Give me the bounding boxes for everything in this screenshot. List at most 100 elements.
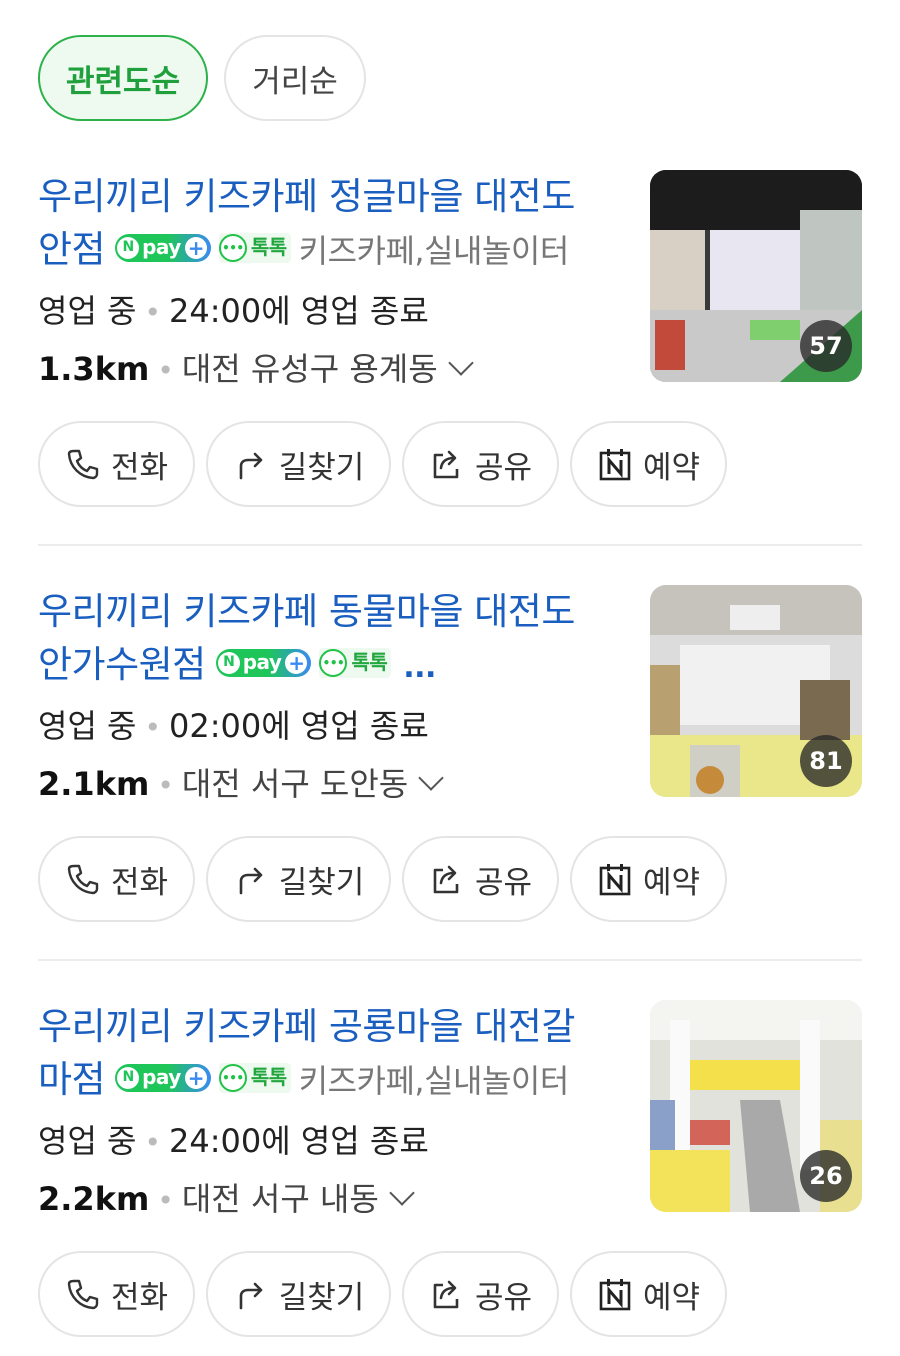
- directions-arrow-icon: [239, 867, 263, 895]
- npay-badge: Npay +: [215, 648, 312, 677]
- place-thumbnail[interactable]: 26: [650, 1000, 862, 1212]
- distance-address[interactable]: 1.3km • 대전 유성구 용계동: [38, 344, 474, 390]
- place-title[interactable]: 우리끼리 키즈카페 동물마을 대전도 안가수원점 Npay + ••• 톡톡...: [38, 585, 628, 691]
- action-bar: 전화 길찾기 공유 예약: [38, 836, 727, 922]
- directions-button[interactable]: 길찾기: [206, 836, 391, 922]
- place-card: 우리끼리 키즈카페 공룡마을 대전갈 마점 Npay + ••• 톡톡 키즈카페,실내놀이…: [38, 1000, 862, 1350]
- photo-count-badge: 57: [800, 320, 852, 372]
- reserve-button[interactable]: 예약: [570, 1251, 727, 1337]
- npay-badge-label: pay: [142, 1065, 181, 1089]
- call-button[interactable]: 전화: [38, 1251, 195, 1337]
- reserve-button[interactable]: 예약: [570, 421, 727, 507]
- directions-arrow-icon: [239, 452, 263, 480]
- place-title-line[interactable]: 우리끼리 키즈카페 정글마을 대전도: [38, 170, 628, 223]
- talktalk-badge[interactable]: ••• 톡톡: [218, 232, 291, 263]
- share-icon: [433, 865, 459, 894]
- share-icon: [433, 1280, 459, 1309]
- plus-icon: +: [184, 1066, 207, 1089]
- share-label: 공유: [474, 864, 533, 901]
- npay-logo-icon: N: [217, 651, 240, 674]
- status-label: 영업 중: [38, 707, 137, 745]
- share-button[interactable]: 공유: [402, 836, 559, 922]
- reserve-label: 예약: [642, 864, 701, 901]
- place-card: 우리끼리 키즈카페 동물마을 대전도 안가수원점 Npay + ••• 톡톡... 영업…: [38, 585, 862, 935]
- phone-icon: [67, 1279, 99, 1310]
- npay-badge: Npay +: [115, 233, 211, 262]
- place-title-line[interactable]: 우리끼리 키즈카페 공룡마을 대전갈: [38, 1000, 628, 1053]
- phone-icon: [67, 864, 99, 895]
- closing-time: 24:00에 영업 종료: [169, 1122, 429, 1160]
- place-thumbnail[interactable]: 81: [650, 585, 862, 797]
- share-label: 공유: [474, 449, 533, 486]
- talktalk-badge[interactable]: ••• 톡톡: [218, 1062, 291, 1093]
- status-label: 영업 중: [38, 1122, 137, 1160]
- distance-value: 1.3km: [38, 350, 150, 388]
- call-label: 전화: [110, 864, 169, 901]
- share-button[interactable]: 공유: [402, 421, 559, 507]
- place-title-line[interactable]: 우리끼리 키즈카페 동물마을 대전도: [38, 585, 628, 638]
- chat-bubble-icon: •••: [319, 648, 348, 677]
- sort-distance-chip[interactable]: 거리순: [224, 35, 366, 121]
- plus-icon: +: [184, 236, 207, 259]
- sort-relevance-chip[interactable]: 관련도순: [38, 35, 208, 121]
- reserve-label: 예약: [642, 1279, 701, 1316]
- chevron-down-icon[interactable]: [418, 765, 444, 791]
- more-ellipsis[interactable]: ...: [403, 650, 436, 685]
- naver-booking-icon: [599, 864, 631, 896]
- share-icon: [433, 450, 459, 479]
- place-title-line[interactable]: 마점: [38, 1058, 106, 1101]
- naver-booking-icon: [599, 449, 631, 481]
- reserve-button[interactable]: 예약: [570, 836, 727, 922]
- closing-time: 24:00에 영업 종료: [169, 292, 429, 330]
- place-title-line[interactable]: 안가수원점: [38, 643, 206, 686]
- call-button[interactable]: 전화: [38, 421, 195, 507]
- divider: [38, 544, 862, 546]
- directions-label: 길찾기: [278, 449, 365, 486]
- place-category: 키즈카페,실내놀이터: [298, 232, 570, 270]
- npay-badge: Npay +: [115, 1063, 211, 1092]
- place-title[interactable]: 우리끼리 키즈카페 공룡마을 대전갈 마점 Npay + ••• 톡톡 키즈카페,실내놀이…: [38, 1000, 628, 1106]
- address-text: 대전 서구 내동: [181, 1180, 379, 1218]
- share-button[interactable]: 공유: [402, 1251, 559, 1337]
- action-bar: 전화 길찾기 공유 예약: [38, 421, 727, 507]
- chevron-down-icon[interactable]: [447, 350, 474, 376]
- share-label: 공유: [474, 1279, 533, 1316]
- naver-booking-icon: [599, 1279, 631, 1311]
- call-button[interactable]: 전화: [38, 836, 195, 922]
- photo-count-badge: 26: [800, 1150, 852, 1202]
- distance-value: 2.2km: [38, 1180, 150, 1218]
- reserve-label: 예약: [642, 449, 701, 486]
- directions-button[interactable]: 길찾기: [206, 421, 391, 507]
- address-text: 대전 서구 도안동: [181, 765, 409, 803]
- talktalk-label: 톡톡: [250, 1065, 287, 1089]
- talktalk-badge[interactable]: ••• 톡톡: [319, 647, 392, 678]
- business-status: 영업 중 • 02:00에 영업 종료: [38, 707, 429, 745]
- directions-label: 길찾기: [278, 1279, 365, 1316]
- directions-arrow-icon: [239, 1282, 263, 1310]
- place-title-line[interactable]: 안점: [38, 228, 106, 271]
- distance-address[interactable]: 2.2km • 대전 서구 내동: [38, 1174, 415, 1220]
- status-label: 영업 중: [38, 292, 137, 330]
- call-label: 전화: [110, 449, 169, 486]
- address-text: 대전 유성구 용계동: [181, 350, 438, 388]
- business-status: 영업 중 • 24:00에 영업 종료: [38, 292, 429, 330]
- place-title[interactable]: 우리끼리 키즈카페 정글마을 대전도 안점 Npay + ••• 톡톡 키즈카페,실내놀이…: [38, 170, 628, 276]
- call-label: 전화: [110, 1279, 169, 1316]
- chat-bubble-icon: •••: [218, 1063, 247, 1092]
- npay-logo-icon: N: [117, 1066, 140, 1089]
- business-status: 영업 중 • 24:00에 영업 종료: [38, 1122, 429, 1160]
- divider: [38, 959, 862, 961]
- closing-time: 02:00에 영업 종료: [169, 707, 429, 745]
- chevron-down-icon[interactable]: [389, 1180, 415, 1206]
- plus-icon: +: [285, 651, 308, 674]
- phone-icon: [67, 449, 99, 480]
- distance-address[interactable]: 2.1km • 대전 서구 도안동: [38, 759, 444, 805]
- place-category: 키즈카페,실내놀이터: [298, 1062, 570, 1100]
- directions-label: 길찾기: [278, 864, 365, 901]
- distance-value: 2.1km: [38, 765, 150, 803]
- talktalk-label: 톡톡: [250, 235, 287, 259]
- directions-button[interactable]: 길찾기: [206, 1251, 391, 1337]
- talktalk-label: 톡톡: [351, 650, 388, 674]
- npay-badge-label: pay: [242, 650, 282, 674]
- place-thumbnail[interactable]: 57: [650, 170, 862, 382]
